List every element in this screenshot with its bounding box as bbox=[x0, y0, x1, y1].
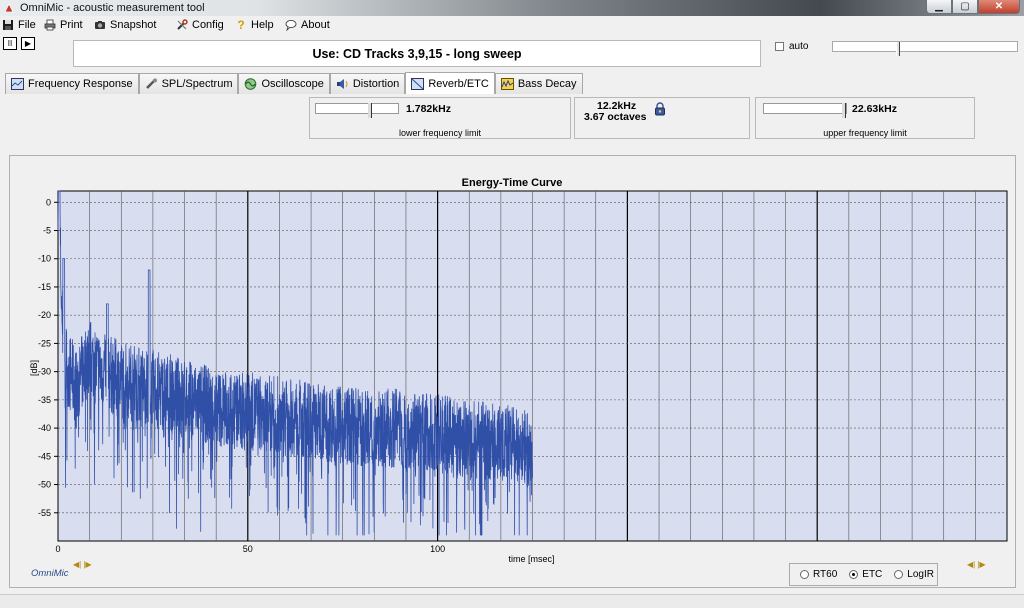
y-tick-label: -10 bbox=[38, 254, 51, 264]
y-tick-label: -30 bbox=[38, 367, 51, 377]
etc-chart[interactable]: 0 -5 -10 -15 -20 -25 -30 -35 -40 -45 -50 -55 0 50 100 t… bbox=[0, 0, 1024, 608]
y-tick-label: -50 bbox=[38, 480, 51, 490]
y-tick-label: -55 bbox=[38, 508, 51, 518]
mode-selector: RT60 ETC LogIR bbox=[789, 563, 938, 586]
y-tick-label: -25 bbox=[38, 338, 51, 348]
y-tick-label: -20 bbox=[38, 310, 51, 320]
scroll-left-icon[interactable]: ◀| bbox=[73, 560, 81, 569]
x-tick-label: 50 bbox=[243, 544, 253, 554]
mode-etc[interactable]: ETC bbox=[849, 569, 882, 580]
y-tick-label: -15 bbox=[38, 282, 51, 292]
mode-logir[interactable]: LogIR bbox=[894, 569, 934, 580]
x-tick-label: 100 bbox=[430, 544, 445, 554]
mode-rt60-label: RT60 bbox=[813, 569, 838, 580]
y-tick-label: -45 bbox=[38, 451, 51, 461]
mode-logir-radio[interactable] bbox=[894, 570, 904, 579]
mode-rt60[interactable]: RT60 bbox=[800, 569, 837, 580]
scroll-right-icon[interactable]: |▶ bbox=[83, 560, 91, 569]
y-axis-label: [dB] bbox=[29, 360, 39, 376]
y-tick-label: -5 bbox=[43, 226, 51, 236]
y-tick-label: 0 bbox=[46, 197, 51, 207]
mode-logir-label: LogIR bbox=[907, 569, 934, 580]
y-tick-label: -35 bbox=[38, 395, 51, 405]
x-tick-label: 0 bbox=[55, 544, 60, 554]
mode-etc-label: ETC bbox=[862, 569, 883, 580]
omnimic-logo: OmniMic bbox=[31, 568, 69, 579]
zoom-right-icon[interactable]: |▶ bbox=[977, 560, 985, 569]
y-tick-label: -40 bbox=[38, 423, 51, 433]
mode-rt60-radio[interactable] bbox=[800, 570, 809, 579]
right-scroll-arrows[interactable]: ◀| |▶ bbox=[967, 560, 985, 569]
x-axis-label: time [msec] bbox=[508, 554, 554, 564]
status-bar bbox=[0, 594, 1024, 608]
mode-etc-radio[interactable] bbox=[849, 570, 859, 579]
left-scroll-arrows[interactable]: ◀| |▶ bbox=[73, 560, 91, 569]
zoom-left-icon[interactable]: ◀| bbox=[967, 560, 975, 569]
